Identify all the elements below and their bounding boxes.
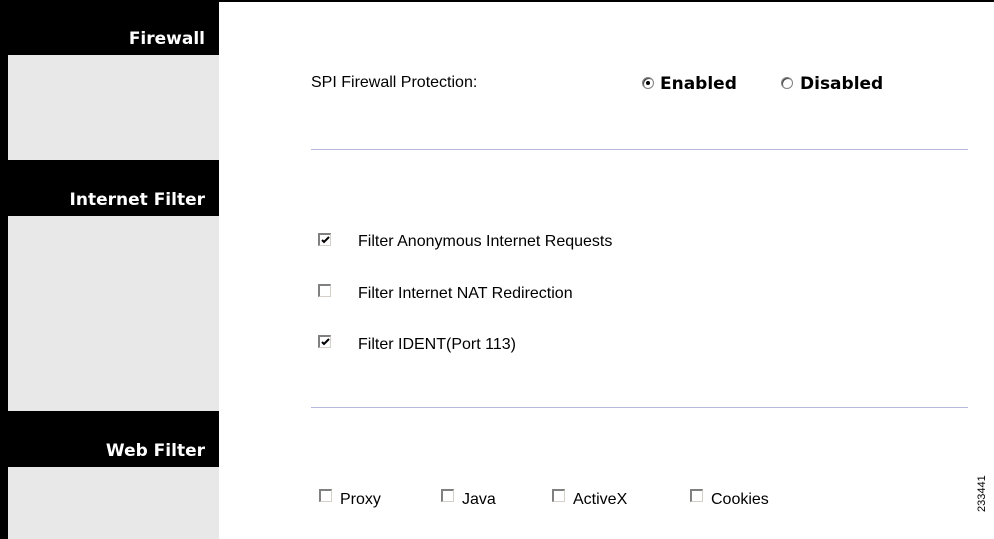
checkmark-icon: [321, 338, 330, 346]
radio-enabled-label[interactable]: Enabled: [660, 74, 737, 94]
checkbox-filter-nat-redirection[interactable]: [318, 284, 331, 297]
section-header-internet-filter: Internet Filter: [8, 160, 219, 216]
sidebar-edge: [223, 2, 227, 539]
checkbox-java[interactable]: [441, 489, 454, 502]
checkbox-cookies[interactable]: [690, 489, 703, 502]
filter-nat-redirection-label[interactable]: Filter Internet NAT Redirection: [358, 285, 573, 303]
checkmark-icon: [321, 236, 330, 244]
section-title-firewall: Firewall: [128, 29, 205, 49]
figure-id: 233441: [976, 475, 988, 512]
filter-ident-label[interactable]: Filter IDENT(Port 113): [358, 336, 516, 354]
section-title-web-filter: Web Filter: [105, 441, 205, 461]
section-title-internet-filter: Internet Filter: [69, 190, 205, 210]
frame-left-border: [0, 0, 8, 539]
spi-firewall-label: SPI Firewall Protection:: [311, 74, 478, 91]
section-header-web-filter: Web Filter: [8, 411, 219, 467]
filter-anonymous-label[interactable]: Filter Anonymous Internet Requests: [358, 233, 612, 251]
cookies-label[interactable]: Cookies: [711, 491, 769, 509]
radio-disabled-label[interactable]: Disabled: [800, 74, 883, 94]
activex-label[interactable]: ActiveX: [573, 491, 627, 509]
proxy-label[interactable]: Proxy: [340, 491, 381, 509]
checkbox-filter-ident[interactable]: [318, 335, 331, 348]
radio-disabled[interactable]: [781, 77, 793, 89]
checkbox-filter-anonymous[interactable]: [318, 233, 331, 246]
checkbox-activex[interactable]: [552, 489, 565, 502]
sidebar: Firewall Internet Filter Web Filter: [8, 2, 227, 539]
radio-enabled[interactable]: [642, 77, 654, 89]
section-divider: [311, 149, 968, 150]
section-divider: [311, 407, 968, 408]
java-label[interactable]: Java: [462, 491, 496, 509]
checkbox-proxy[interactable]: [319, 489, 332, 502]
section-header-firewall: Firewall: [8, 2, 219, 55]
